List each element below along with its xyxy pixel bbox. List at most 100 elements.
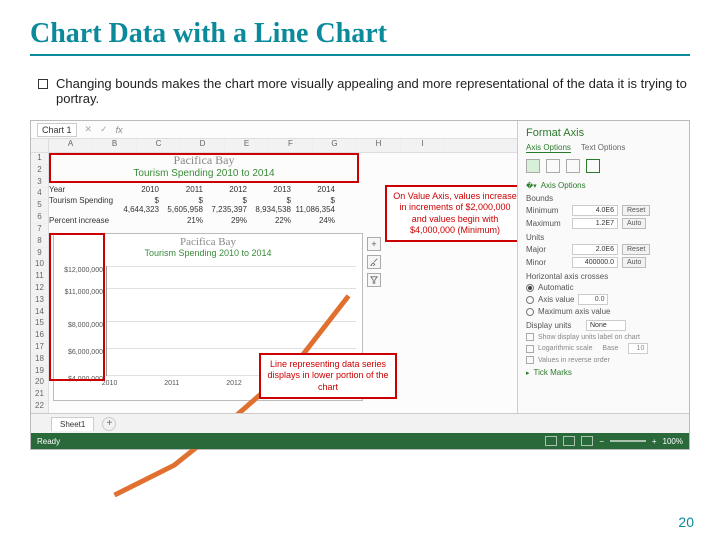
row-20[interactable]: 20 <box>31 377 48 389</box>
fill-icon[interactable] <box>526 159 540 173</box>
display-units-select[interactable]: None <box>586 320 626 331</box>
row-16[interactable]: 16 <box>31 330 48 342</box>
pct-0 <box>119 216 163 225</box>
size-icon[interactable] <box>566 159 580 173</box>
zoom-slider[interactable] <box>610 440 646 442</box>
callout-axis: On Value Axis, values increase in increm… <box>385 185 525 242</box>
view-normal-icon[interactable] <box>545 436 557 446</box>
col-H[interactable]: H <box>357 139 401 152</box>
col-G[interactable]: G <box>313 139 357 152</box>
spend-1: $ 5,605,958 <box>163 196 207 214</box>
col-F[interactable]: F <box>269 139 313 152</box>
name-box[interactable]: Chart 1 <box>37 123 77 137</box>
zoom-value[interactable]: 100% <box>663 437 683 446</box>
spend-label: Tourism Spending <box>49 196 119 214</box>
col-A[interactable]: A <box>49 139 93 152</box>
row-11[interactable]: 11 <box>31 271 48 283</box>
maxaxis-label: Maximum axis value <box>538 307 610 316</box>
zoom-plus-icon[interactable]: + <box>652 437 657 446</box>
view-break-icon[interactable] <box>581 436 593 446</box>
row-21[interactable]: 21 <box>31 389 48 401</box>
year-3: 2013 <box>251 185 295 194</box>
spend-2: $ 7,235,397 <box>207 196 251 214</box>
zoom-minus-icon[interactable]: − <box>599 437 604 446</box>
row-1[interactable]: 1 <box>31 153 48 165</box>
row-9[interactable]: 9 <box>31 248 48 260</box>
year-2: 2012 <box>207 185 251 194</box>
col-D[interactable]: D <box>181 139 225 152</box>
minor-auto-button[interactable]: Auto <box>622 257 646 268</box>
pct-3: 22% <box>251 216 295 225</box>
base-input[interactable]: 10 <box>628 343 648 354</box>
chk-display-units[interactable] <box>526 333 534 341</box>
row-7[interactable]: 7 <box>31 224 48 236</box>
hcross-label: Horizontal axis crosses <box>526 272 681 281</box>
radio-axis-value[interactable] <box>526 296 534 304</box>
row-14[interactable]: 14 <box>31 307 48 319</box>
chk-log-label: Logarithmic scale <box>538 345 592 352</box>
row-2[interactable]: 2 <box>31 165 48 177</box>
fx-icon[interactable]: fx <box>116 125 123 135</box>
spend-3: $ 8,934,538 <box>251 196 295 214</box>
effects-icon[interactable] <box>546 159 560 173</box>
max-label: Maximum <box>526 219 568 228</box>
accept-icon[interactable]: ✓ <box>100 124 108 135</box>
year-0: 2010 <box>119 185 163 194</box>
axisval-input[interactable]: 0.0 <box>578 294 608 305</box>
row-17[interactable]: 17 <box>31 342 48 354</box>
status-bar: Ready − + 100% <box>31 433 689 449</box>
axisval-label: Axis value <box>538 295 574 304</box>
col-B[interactable]: B <box>93 139 137 152</box>
row-15[interactable]: 15 <box>31 318 48 330</box>
spend-4: $ 11,086,354 <box>295 196 339 214</box>
add-sheet-button[interactable]: + <box>102 417 116 431</box>
major-reset-button[interactable]: Reset <box>622 244 650 255</box>
row-5[interactable]: 5 <box>31 200 48 212</box>
radio-automatic[interactable] <box>526 284 534 292</box>
row-6[interactable]: 6 <box>31 212 48 224</box>
row-10[interactable]: 10 <box>31 259 48 271</box>
row-13[interactable]: 13 <box>31 295 48 307</box>
year-1: 2011 <box>163 185 207 194</box>
chk-reverse[interactable] <box>526 356 534 364</box>
chk-log[interactable] <box>526 345 534 353</box>
cancel-icon[interactable]: ✕ <box>85 124 93 135</box>
auto-label: Automatic <box>538 283 574 292</box>
row-headers: 1 2 3 4 5 6 7 8 9 10 11 12 13 14 15 16 1… <box>31 153 49 413</box>
bullet-checkbox-icon <box>38 79 48 89</box>
axis-options-section[interactable]: �▾Axis Options <box>526 181 681 190</box>
chart-filter-icon[interactable] <box>367 273 381 287</box>
radio-max-axis[interactable] <box>526 308 534 316</box>
row-19[interactable]: 19 <box>31 366 48 378</box>
col-C[interactable]: C <box>137 139 181 152</box>
row-22[interactable]: 22 <box>31 401 48 413</box>
chart-plus-icon[interactable]: + <box>367 237 381 251</box>
min-reset-button[interactable]: Reset <box>622 205 650 216</box>
chk-display-units-label: Show display units label on chart <box>538 334 640 341</box>
chart-brush-icon[interactable] <box>367 255 381 269</box>
max-auto-button[interactable]: Auto <box>622 218 646 229</box>
minor-input[interactable]: 400000.0 <box>572 257 618 268</box>
tab-text-options[interactable]: Text Options <box>581 143 625 153</box>
min-input[interactable]: 4.0E6 <box>572 205 618 216</box>
tick-marks-section[interactable]: ▸Tick Marks <box>526 368 681 377</box>
tab-axis-options[interactable]: Axis Options <box>526 143 571 153</box>
excel-screenshot: Chart 1 ✕ ✓ fx A B C D E F G H I 1 2 3 4… <box>30 120 690 450</box>
sheet-tab-1[interactable]: Sheet1 <box>51 417 94 431</box>
major-input[interactable]: 2.0E6 <box>572 244 618 255</box>
max-input[interactable]: 1.2E7 <box>572 218 618 229</box>
view-layout-icon[interactable] <box>563 436 575 446</box>
row-3[interactable]: 3 <box>31 177 48 189</box>
col-E[interactable]: E <box>225 139 269 152</box>
col-I[interactable]: I <box>401 139 445 152</box>
row-8[interactable]: 8 <box>31 236 48 248</box>
row-12[interactable]: 12 <box>31 283 48 295</box>
axis-icon[interactable] <box>586 159 600 173</box>
row-4[interactable]: 4 <box>31 188 48 200</box>
year-4: 2014 <box>295 185 339 194</box>
bullet-text: Changing bounds makes the chart more vis… <box>56 76 690 106</box>
minor-label: Minor <box>526 258 568 267</box>
row-18[interactable]: 18 <box>31 354 48 366</box>
major-label: Major <box>526 245 568 254</box>
min-label: Minimum <box>526 206 568 215</box>
